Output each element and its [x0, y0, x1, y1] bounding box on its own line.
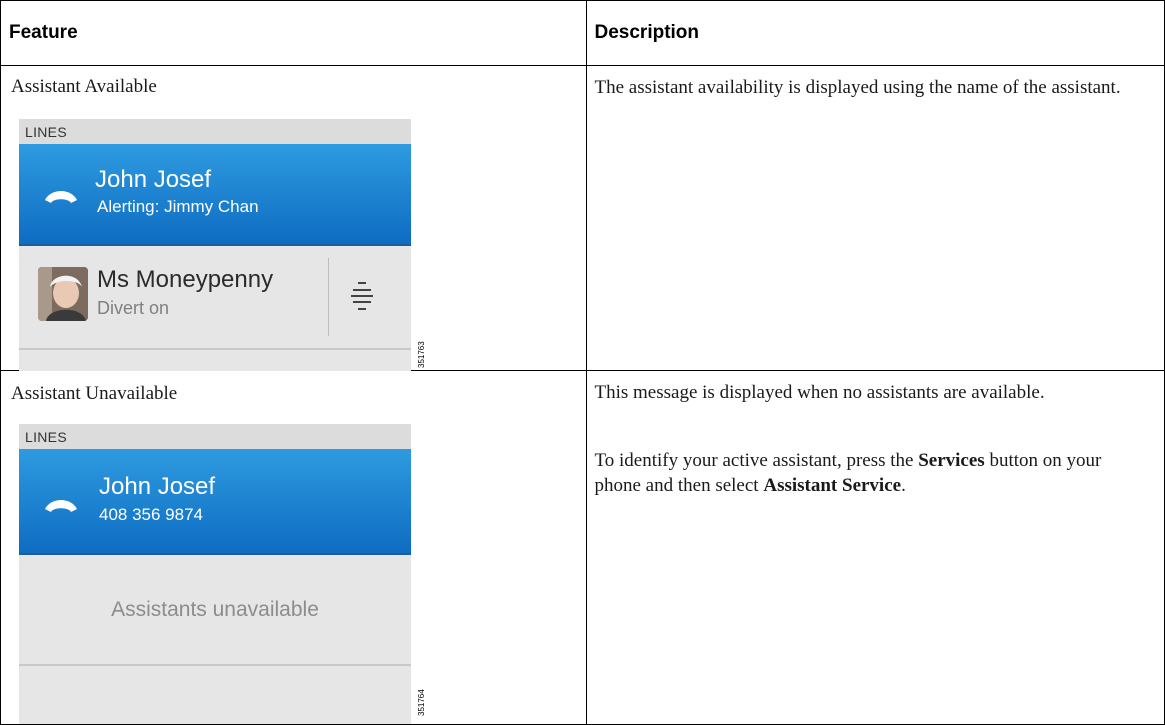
figure-id: 351764 — [417, 689, 426, 716]
line-status: 408 356 9874 — [99, 505, 203, 524]
description-instructions: To identify your active assistant, press… — [595, 448, 1153, 498]
feature-table: Feature Description Assistant Available … — [0, 0, 1165, 725]
feature-cell: Assistant Available LINES John Josef Ale… — [0, 65, 587, 371]
divider — [19, 348, 411, 350]
feature-label: Assistant Unavailable — [11, 383, 178, 404]
divider — [19, 664, 411, 666]
menu-icon[interactable] — [351, 280, 373, 312]
table-header-row: Feature Description — [0, 0, 1165, 66]
assistant-name: Ms Moneypenny — [97, 266, 274, 293]
lines-header: LINES — [19, 424, 411, 449]
line-key-active: John Josef 408 356 9874 — [19, 449, 411, 555]
table-row: Assistant Available LINES John Josef Ale… — [0, 65, 1165, 371]
assistant-status: Divert on — [97, 298, 170, 318]
line-key-active: John Josef Alerting: Jimmy Chan — [19, 144, 411, 246]
description-cell: This message is displayed when no assist… — [585, 370, 1165, 725]
unavailable-message: Assistants unavailable — [111, 598, 319, 621]
feature-cell: Assistant Unavailable LINES John Josef 4… — [0, 370, 587, 725]
avatar — [38, 267, 88, 321]
figure-id: 351763 — [417, 341, 426, 368]
text-span: . — [901, 475, 906, 496]
table-row: Assistant Unavailable LINES John Josef 4… — [0, 370, 1165, 725]
phone-screenshot: LINES John Josef Alerting: Jimmy Chan Ms… — [19, 119, 411, 371]
description-cell: The assistant availability is displayed … — [585, 65, 1165, 371]
phone-screenshot: LINES John Josef 408 356 9874 Assistants… — [19, 424, 411, 724]
handset-icon — [45, 500, 77, 512]
divider — [328, 258, 329, 336]
assistant-entry[interactable]: Ms Moneypenny Divert on — [19, 246, 411, 371]
description-text: The assistant availability is displayed … — [594, 77, 1121, 98]
line-name: John Josef — [99, 473, 216, 500]
assistant-service-label: Assistant Service — [763, 475, 902, 496]
line-status: Alerting: Jimmy Chan — [97, 197, 259, 216]
services-label: Services — [918, 450, 985, 471]
line-name: John Josef — [95, 166, 212, 193]
text-span: To identify your active assistant, press… — [594, 450, 919, 471]
assistant-area: Assistants unavailable — [19, 555, 411, 724]
handset-icon — [45, 191, 77, 203]
description-text: This message is displayed when no assist… — [594, 382, 1045, 403]
feature-label: Assistant Available — [11, 76, 157, 97]
lines-header: LINES — [19, 119, 411, 144]
header-feature: Feature — [0, 0, 587, 66]
header-description: Description — [585, 0, 1165, 66]
